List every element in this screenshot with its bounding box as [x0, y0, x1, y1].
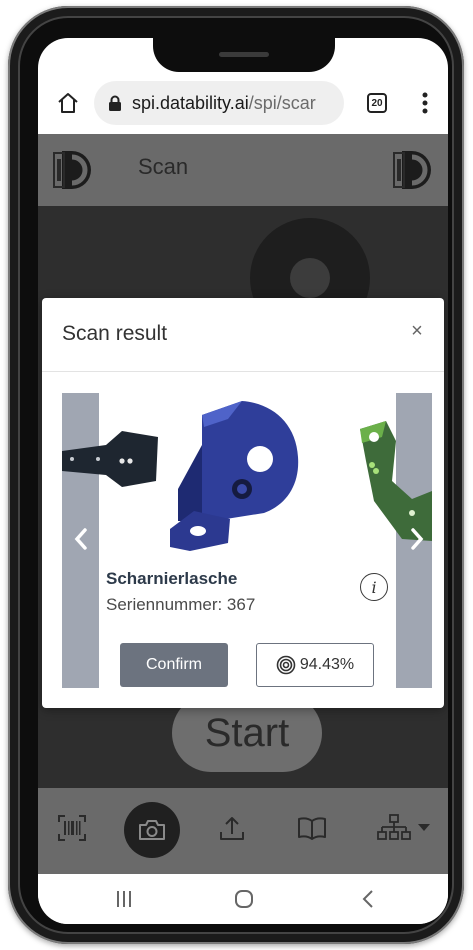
phone-screen: spi.datability.ai/spi/scar 20 Scan Start… [38, 38, 448, 924]
book-icon [298, 817, 326, 840]
more-vert-icon [422, 92, 428, 114]
confirm-button[interactable]: Confirm [120, 643, 228, 687]
camera-object-hole [290, 258, 330, 298]
scanned-part-image [170, 401, 299, 551]
app-title: Scan [138, 154, 189, 179]
url-host: spi.datability.ai [132, 92, 249, 113]
browser-toolbar: spi.datability.ai/spi/scar 20 [38, 72, 448, 134]
tabs-button[interactable]: 20 [362, 88, 392, 118]
home-circle-icon [235, 890, 253, 908]
confidence-value: 94.43% [299, 656, 355, 673]
logo-icon [393, 151, 431, 189]
back-icon [362, 890, 373, 908]
info-button[interactable]: i [360, 573, 388, 601]
recent-apps-icon [117, 891, 131, 907]
system-nav-bar [38, 874, 448, 924]
close-button[interactable]: × [404, 318, 430, 344]
back-button[interactable] [348, 882, 388, 916]
tab-count: 20 [367, 93, 387, 113]
notch [153, 38, 335, 72]
part-serial-number: Seriennummer: 367 [106, 595, 256, 614]
confidence-score: 94.43% [256, 643, 374, 687]
result-carousel: Scharnierlasche Seriennummer: 367 i Conf… [62, 393, 432, 688]
part-name: Scharnierlasche [106, 569, 238, 588]
nav-camera[interactable] [124, 802, 180, 858]
chevron-left-icon [74, 528, 87, 550]
info-icon: i [371, 577, 377, 597]
caret-down-icon [418, 824, 430, 831]
carousel-prev-button[interactable] [69, 524, 93, 554]
upload-icon [220, 817, 244, 840]
previous-part-image [62, 431, 158, 487]
home-button[interactable] [46, 81, 90, 125]
fingerprint-icon [276, 655, 296, 675]
url-path: /spi/scar [248, 92, 316, 113]
bottom-nav [38, 788, 448, 874]
next-part-image [360, 421, 432, 541]
camera-icon [139, 820, 165, 840]
barcode-icon [58, 815, 86, 841]
dialog-title: Scan result [62, 322, 168, 345]
speaker [219, 52, 269, 57]
browser-menu-button[interactable] [410, 83, 440, 123]
lock-icon [109, 95, 121, 111]
network-icon [377, 814, 411, 840]
chevron-right-icon [411, 528, 424, 550]
scan-result-dialog: Scan result × Scharnierlasche Seriennumm… [42, 298, 444, 708]
home-icon [58, 93, 78, 113]
app-header: Scan [38, 134, 448, 206]
home-nav-button[interactable] [224, 882, 264, 916]
logo-icon [53, 151, 91, 189]
dialog-header: Scan result × [42, 298, 444, 372]
nav-barcode[interactable] [52, 808, 92, 848]
close-icon: × [411, 319, 423, 342]
nav-network-dropdown[interactable] [372, 808, 436, 848]
carousel-next-button[interactable] [405, 524, 429, 554]
address-bar[interactable]: spi.datability.ai/spi/scar [94, 81, 344, 125]
nav-upload[interactable] [212, 808, 252, 848]
recent-apps-button[interactable] [104, 882, 144, 916]
nav-book[interactable] [292, 808, 332, 848]
